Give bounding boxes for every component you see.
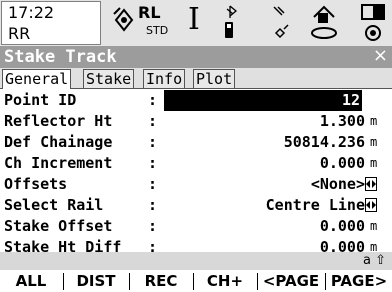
left-right-arrows-icon[interactable] — [365, 177, 377, 191]
colon: : — [148, 91, 158, 109]
field-row-def-chainage[interactable]: Def Chainage : 50814.236 m — [0, 132, 392, 153]
close-icon[interactable]: × — [373, 45, 388, 66]
colon: : — [148, 112, 158, 130]
softkey-ch-plus[interactable]: CH+ — [194, 270, 256, 292]
softkey-page-next[interactable]: PAGE> — [326, 270, 392, 292]
prism-icon — [113, 7, 134, 32]
softkey-page-prev[interactable]: <PAGE — [258, 270, 324, 292]
tab-bar: General Stake Info Plot — [0, 68, 392, 89]
unit-label: m — [370, 135, 378, 149]
field-label: Def Chainage — [4, 133, 113, 151]
offsets-select[interactable]: <None> — [311, 174, 365, 195]
page-title: Stake Track — [4, 47, 117, 67]
colon: : — [148, 196, 158, 214]
tab-general[interactable]: General — [2, 69, 72, 89]
colon: : — [148, 154, 158, 172]
input-mode-indicator: a ⇧ — [363, 253, 386, 268]
reflector-ht-input[interactable]: 1.300 — [320, 111, 365, 132]
unit-label: m — [370, 219, 378, 233]
text-cursor-icon: I — [188, 2, 200, 37]
softkey-dist[interactable]: DIST — [64, 270, 128, 292]
left-right-arrows-icon[interactable] — [365, 198, 377, 212]
clock: 17:22 — [8, 3, 55, 22]
ch-increment-input[interactable]: 0.000 — [320, 153, 365, 174]
tab-info[interactable]: Info — [143, 69, 186, 88]
rl-label: RL — [138, 3, 161, 22]
colon: : — [148, 175, 158, 193]
gps-link-icon — [273, 6, 289, 39]
colon: : — [148, 133, 158, 151]
softkey-all[interactable]: ALL — [0, 270, 62, 292]
tab-stake[interactable]: Stake — [83, 69, 135, 88]
input-mode-bar — [0, 252, 392, 270]
point-id-input[interactable]: 12 — [342, 90, 360, 111]
field-label: Stake Offset — [4, 217, 113, 235]
std-label: STD — [146, 24, 169, 37]
field-label: Point ID — [4, 91, 77, 109]
status-bar: 17:22 RR RL STD I — [0, 0, 392, 46]
softkey-bar: ALL DIST REC CH+ <PAGE PAGE> — [0, 270, 392, 292]
memory-card-icon — [311, 5, 337, 39]
unit-label: m — [370, 114, 378, 128]
tab-plot[interactable]: Plot — [193, 69, 236, 88]
field-label: Offsets — [4, 175, 68, 193]
select-rail-select[interactable]: Centre Line — [266, 195, 365, 216]
field-row-offsets[interactable]: Offsets : <None> — [0, 174, 392, 195]
field-row-reflector-ht[interactable]: Reflector Ht : 1.300 m — [0, 111, 392, 132]
handheld-icon — [225, 22, 233, 38]
stake-offset-input[interactable]: 0.000 — [320, 216, 365, 237]
field-label: Select Rail — [4, 196, 104, 214]
battery-icon — [361, 4, 385, 41]
colon: : — [148, 217, 158, 235]
field-row-ch-increment[interactable]: Ch Increment : 0.000 m — [0, 153, 392, 174]
point-id-input-highlight[interactable] — [164, 90, 362, 111]
unit-label: m — [370, 156, 378, 170]
def-chainage-input[interactable]: 50814.236 — [284, 132, 365, 153]
job-name: RR — [8, 24, 31, 43]
field-row-stake-offset[interactable]: Stake Offset : 0.000 m — [0, 216, 392, 237]
time-job-box: 17:22 RR — [1, 1, 101, 45]
softkey-rec[interactable]: REC — [130, 270, 192, 292]
field-label: Reflector Ht — [4, 112, 113, 130]
field-row-point-id[interactable]: Point ID : 12 — [0, 90, 392, 111]
title-bar: Stake Track × — [0, 45, 392, 68]
field-label: Ch Increment — [4, 154, 113, 172]
field-row-select-rail[interactable]: Select Rail : Centre Line — [0, 195, 392, 216]
